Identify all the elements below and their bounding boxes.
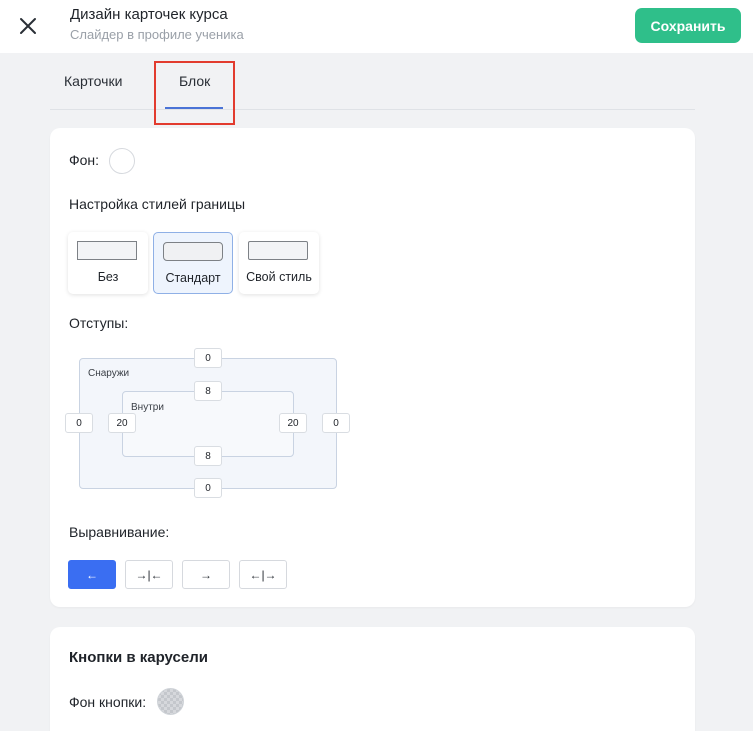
close-button[interactable] xyxy=(14,12,42,40)
carousel-buttons-card: Кнопки в карусели Фон кнопки: xyxy=(50,627,695,731)
inner-label: Внутри xyxy=(131,402,164,413)
inner-bottom-input[interactable]: 8 xyxy=(194,446,222,466)
border-preview xyxy=(77,241,137,260)
arrow-left-icon: ← xyxy=(86,567,98,582)
outer-left-input[interactable]: 0 xyxy=(65,413,93,433)
align-center-icon: →|← xyxy=(135,567,163,582)
border-styles-label: Настройка стилей границы xyxy=(69,196,246,212)
inner-top-input[interactable]: 8 xyxy=(194,381,222,401)
border-style-label: Без xyxy=(97,270,119,284)
align-center-button[interactable]: →|← xyxy=(125,560,173,589)
block-settings-card: Фон: Настройка стилей границы Без Станда… xyxy=(50,128,695,607)
arrow-right-icon: → xyxy=(200,567,212,582)
border-style-custom[interactable]: Свой стиль xyxy=(239,232,319,294)
border-style-label: Стандарт xyxy=(165,271,221,285)
button-background-label: Фон кнопки: xyxy=(69,694,147,710)
background-color-swatch[interactable] xyxy=(109,148,135,174)
tab-cards[interactable]: Карточки xyxy=(64,73,122,89)
align-stretch-icon: ←|→ xyxy=(249,567,277,582)
tab-bar: Карточки Блок xyxy=(50,54,695,110)
outer-right-input[interactable]: 0 xyxy=(322,413,350,433)
border-preview xyxy=(248,241,308,260)
alignment-label: Выравнивание: xyxy=(69,524,170,540)
align-left-button[interactable]: ← xyxy=(68,560,116,589)
outer-bottom-input[interactable]: 0 xyxy=(194,478,222,498)
tab-highlight-box xyxy=(154,61,235,125)
outer-top-input[interactable]: 0 xyxy=(194,348,222,368)
padding-label: Отступы: xyxy=(69,315,129,331)
carousel-section-title: Кнопки в карусели xyxy=(69,649,208,666)
save-button[interactable]: Сохранить xyxy=(635,8,741,43)
page-title: Дизайн карточек курса xyxy=(70,6,228,23)
close-icon xyxy=(20,18,36,34)
border-style-none[interactable]: Без xyxy=(68,232,148,294)
outer-label: Снаружи xyxy=(88,368,130,379)
button-background-swatch[interactable] xyxy=(157,688,184,715)
inner-left-input[interactable]: 20 xyxy=(108,413,136,433)
border-style-standard[interactable]: Стандарт xyxy=(153,232,233,294)
align-stretch-button[interactable]: ←|→ xyxy=(239,560,287,589)
align-right-button[interactable]: → xyxy=(182,560,230,589)
background-label: Фон: xyxy=(69,152,100,168)
page-subtitle: Слайдер в профиле ученика xyxy=(70,27,244,42)
top-bar: Дизайн карточек курса Слайдер в профиле … xyxy=(0,0,753,53)
border-style-label: Свой стиль xyxy=(246,270,312,284)
border-preview xyxy=(163,242,223,261)
inner-right-input[interactable]: 20 xyxy=(279,413,307,433)
